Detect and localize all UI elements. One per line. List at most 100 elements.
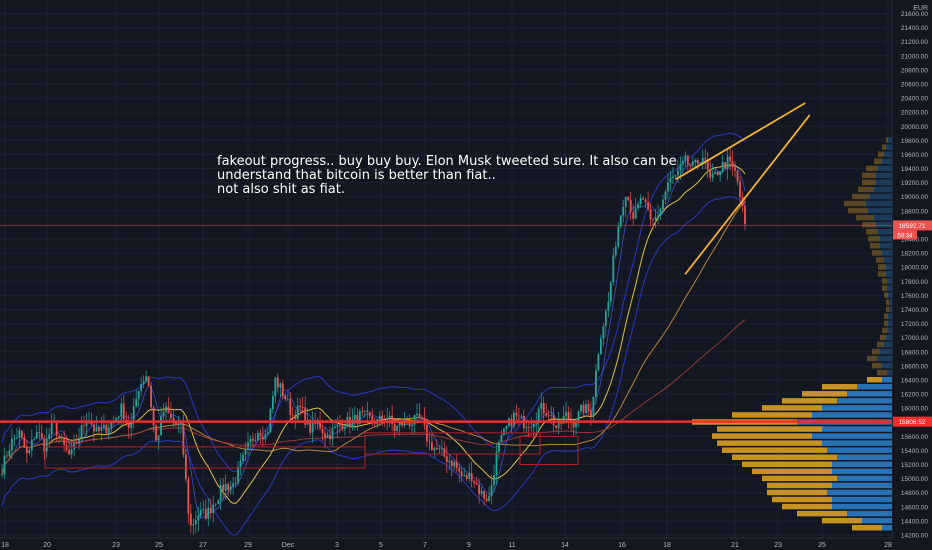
volume-profile-bar-down bbox=[868, 236, 880, 242]
candle-body bbox=[353, 415, 356, 420]
volume-profile-bar-up bbox=[880, 243, 892, 249]
candle-body bbox=[681, 160, 684, 165]
candle-body bbox=[299, 405, 302, 408]
candle-body bbox=[540, 402, 543, 409]
candle-body bbox=[453, 462, 456, 467]
candle-body bbox=[184, 454, 187, 480]
volume-profile-bar-up bbox=[870, 193, 892, 200]
volume-profile-bar-up bbox=[888, 137, 892, 143]
candle-body bbox=[542, 402, 545, 414]
y-tick-label: 19600.00 bbox=[901, 152, 928, 159]
volume-profile-bar-down bbox=[872, 362, 882, 369]
volume-profile-bar-down bbox=[852, 193, 870, 200]
candle-body bbox=[232, 483, 235, 487]
candle-body bbox=[204, 509, 207, 519]
candle-body bbox=[622, 206, 625, 216]
x-tick-label: 21 bbox=[731, 542, 739, 549]
candle-body bbox=[207, 507, 210, 519]
volume-profile-bar-up bbox=[837, 398, 892, 404]
volume-profile-bar-up bbox=[876, 179, 892, 186]
candle-body bbox=[592, 396, 595, 417]
candle-body bbox=[398, 422, 401, 426]
y-tick-label: 17000.00 bbox=[901, 335, 928, 342]
candle-body bbox=[545, 413, 548, 416]
volume-profile-bar-up bbox=[882, 250, 892, 256]
candle-body bbox=[435, 447, 438, 450]
candle-body bbox=[644, 199, 647, 203]
candle-body bbox=[194, 520, 197, 525]
candle-body bbox=[80, 425, 83, 439]
volume-profile-bar-down bbox=[862, 172, 876, 179]
candle-body bbox=[550, 414, 553, 416]
candle-body bbox=[433, 447, 436, 451]
y-tick-label: 15600.00 bbox=[901, 434, 928, 441]
candle-body bbox=[488, 496, 490, 502]
candle-body bbox=[1, 474, 3, 476]
candle-body bbox=[381, 415, 384, 420]
volume-profile-bar-up bbox=[827, 447, 892, 453]
volume-profile-bar-up bbox=[886, 144, 892, 150]
candle-body bbox=[607, 301, 610, 311]
y-tick-label: 17400.00 bbox=[901, 307, 928, 314]
candle-body bbox=[33, 438, 36, 440]
candle-body bbox=[234, 482, 237, 484]
candle-body bbox=[495, 451, 498, 475]
volume-profile-bar-down bbox=[844, 200, 866, 207]
volume-profile-bar-up bbox=[882, 376, 892, 383]
chart-annotation[interactable]: fakeout progress.. buy buy buy. Elon Mus… bbox=[217, 155, 677, 197]
candle-body bbox=[117, 416, 120, 418]
candle-body bbox=[58, 435, 61, 437]
candle-body bbox=[368, 412, 371, 416]
candle-body bbox=[324, 433, 326, 438]
candle-body bbox=[160, 416, 162, 436]
candle-body bbox=[55, 420, 58, 436]
volume-profile-bar-down bbox=[782, 503, 832, 510]
volume-profile-bar-down bbox=[712, 433, 812, 439]
candle-body bbox=[366, 410, 369, 413]
candle-body bbox=[23, 437, 26, 448]
volume-profile-bar-up bbox=[866, 200, 892, 207]
volume-profile-bar-down bbox=[866, 165, 878, 172]
x-tick-label: 18 bbox=[663, 542, 671, 549]
y-tick-label: 21200.00 bbox=[901, 39, 928, 46]
candle-body bbox=[667, 182, 669, 192]
volume-profile-bar-up bbox=[882, 524, 892, 531]
y-tick-label: 18800.00 bbox=[901, 208, 928, 215]
volume-profile-bar-down bbox=[722, 447, 827, 453]
candle-body bbox=[167, 406, 170, 414]
candle-body bbox=[344, 427, 346, 430]
volume-profile-bar-up bbox=[878, 165, 892, 172]
candle-body bbox=[652, 219, 654, 221]
candle-body bbox=[222, 484, 225, 491]
candle-body bbox=[271, 396, 274, 410]
candle-body bbox=[490, 484, 493, 497]
volume-profile-bar-down bbox=[882, 327, 887, 334]
volume-profile-bar-down bbox=[762, 475, 837, 482]
volume-profile-bar-up bbox=[877, 355, 892, 362]
volume-profile-bar-down bbox=[878, 264, 886, 270]
volume-profile-bar-up bbox=[887, 278, 892, 284]
candle-body bbox=[704, 157, 707, 160]
volume-profile-bar-down bbox=[867, 376, 882, 383]
candle-body bbox=[627, 196, 630, 200]
candle-body bbox=[525, 426, 528, 429]
y-tick-label: 17200.00 bbox=[901, 321, 928, 328]
candle-body bbox=[520, 415, 523, 417]
volume-profile-bar-up bbox=[884, 257, 892, 263]
candle-body bbox=[580, 405, 582, 412]
price-chart[interactable]: EUR14200.0014400.0014600.0014800.0015000… bbox=[0, 0, 932, 550]
chart-stage[interactable]: EUR 14200.00 14400.00 14600.00 14800.00 15000… bbox=[0, 0, 932, 550]
y-tick-label: 19200.00 bbox=[901, 180, 928, 187]
candle-body bbox=[463, 474, 466, 477]
candle-body bbox=[629, 199, 632, 213]
candle-body bbox=[567, 412, 570, 419]
x-tick-label: 18 bbox=[1, 542, 9, 549]
volume-profile-bar-down bbox=[878, 271, 886, 277]
candle-body bbox=[696, 159, 699, 164]
volume-profile-bar-up bbox=[832, 468, 892, 475]
candle-body bbox=[470, 472, 473, 482]
candle-body bbox=[719, 171, 722, 176]
candle-body bbox=[257, 432, 259, 441]
volume-profile-bar-down bbox=[886, 306, 889, 312]
x-tick-label: 11 bbox=[508, 542, 515, 549]
